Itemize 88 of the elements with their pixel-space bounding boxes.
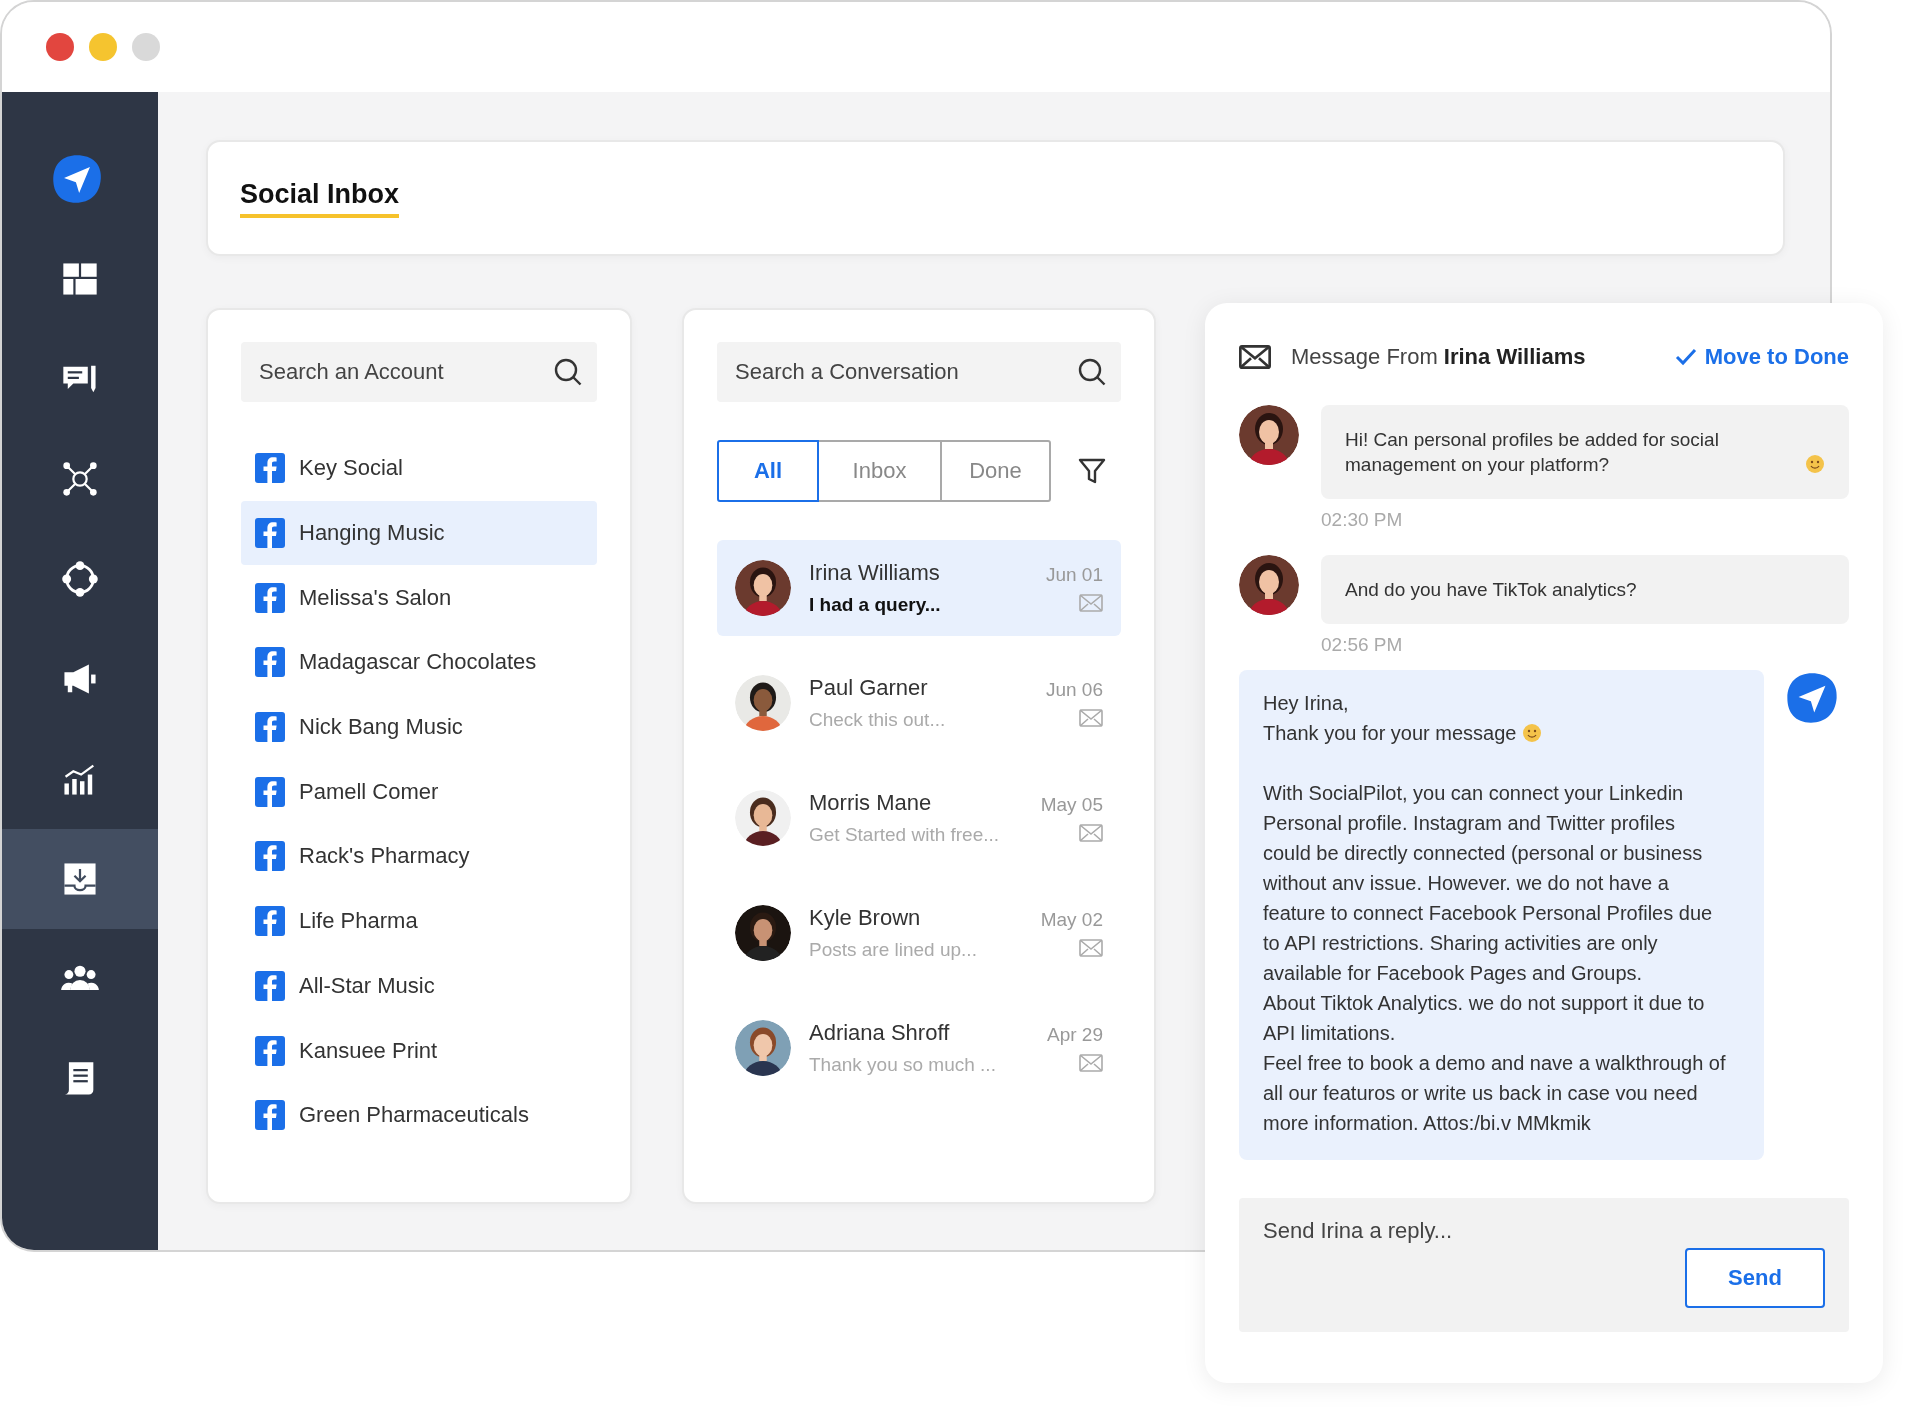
account-item[interactable]: Key Social (241, 436, 597, 501)
envelope-icon (1079, 594, 1103, 612)
account-item[interactable]: All-Star Music (241, 953, 597, 1019)
facebook-icon (255, 776, 285, 807)
message-date: Jun 06 (1045, 679, 1103, 701)
message-title: Message From Irina Williams (1291, 344, 1587, 370)
account-item[interactable]: Kansuee Print (241, 1018, 597, 1083)
account-name: Rack's Pharmacy (299, 843, 470, 870)
move-to-done-button[interactable]: Move to Done (1674, 344, 1849, 370)
message-date: Apr 29 (1047, 1024, 1103, 1046)
account-name: Key Social (299, 455, 403, 482)
message-date: Jun 01 (1045, 564, 1103, 586)
message-text: About Tiktok Analytics. we do not support it due to API limitations. (1263, 991, 1706, 1046)
search-icon[interactable] (553, 357, 583, 387)
facebook-icon (255, 1100, 285, 1131)
conversation-item[interactable]: Kyle Brown Posts are lined up... May 02 (717, 885, 1121, 981)
contact-name: Adriana Shroff (809, 1020, 951, 1046)
account-item[interactable]: Hanging Music (241, 500, 597, 566)
account-name: Kansuee Print (299, 1037, 438, 1064)
message-preview: Check this out... (809, 709, 947, 731)
network-icon (60, 459, 100, 499)
message-text: And do you have TikTok analytics? (1345, 578, 1637, 602)
facebook-icon (255, 841, 285, 872)
account-name: Melissa's Salon (299, 584, 452, 611)
envelope-icon (1079, 939, 1103, 957)
contact-name: Irina Williams (809, 560, 941, 586)
account-name: Pamell Comer (299, 778, 439, 805)
page-title: Social Inbox (240, 178, 400, 218)
message-date: May 02 (1040, 909, 1103, 931)
message-preview: Posts are lined up... (809, 939, 978, 961)
check-icon (1674, 348, 1697, 366)
account-name: Madagascar Chocolates (299, 649, 537, 676)
account-name: Life Pharma (299, 908, 418, 935)
search-field[interactable]: Search a Conversation (717, 342, 1121, 402)
facebook-icon (255, 518, 285, 549)
smiley-icon (1805, 454, 1825, 474)
filter-tab[interactable]: Inbox (817, 440, 942, 502)
send-button[interactable]: Send (1685, 1248, 1825, 1308)
account-name: All-Star Music (299, 972, 435, 999)
sidebar-item[interactable] (2, 829, 158, 929)
account-item[interactable]: Green Pharmaceuticals (241, 1082, 597, 1148)
facebook-icon (255, 647, 285, 678)
account-item[interactable]: Rack's Pharmacy (241, 824, 597, 889)
filter-tab[interactable]: All (717, 440, 819, 502)
filter-icon[interactable] (1077, 456, 1107, 486)
contact-name: Paul Garner (809, 675, 929, 701)
search-field[interactable]: Search an Account (241, 342, 597, 402)
window-control[interactable] (46, 33, 74, 61)
paper-plane-icon[interactable] (50, 152, 104, 206)
contact-name: Morris Mane (809, 790, 933, 816)
account-item[interactable]: Life Pharma (241, 888, 597, 954)
envelope-icon (1239, 345, 1271, 369)
filter-tab[interactable]: Done (940, 440, 1051, 502)
message-time: 02:56 PM (1321, 634, 1404, 656)
conversation-item[interactable]: Paul Garner Check this out... Jun 06 (717, 655, 1121, 751)
connect-icon (60, 559, 100, 599)
message-preview: Thank you so much ... (809, 1054, 997, 1076)
message-text: Feel free to book a demo and nave a walkthrough of all our featuros or write us back in case vou need more information. Attos:/bi.v MMkmik (1263, 1051, 1727, 1136)
account-item[interactable]: Pamell Comer (241, 759, 597, 825)
conversation-item[interactable]: Morris Mane Get Started with free... May 05 (717, 770, 1121, 866)
envelope-icon (1079, 709, 1103, 727)
message-text: Hi! Can personal profiles be added for social management on your platform? (1345, 428, 1720, 477)
envelope-icon (1079, 1054, 1103, 1072)
conversation-item[interactable]: Irina Williams I had a query... Jun 01 (717, 540, 1121, 636)
search-icon[interactable] (1077, 357, 1107, 387)
envelope-icon (1079, 824, 1103, 842)
message-text: Thank you for your message (1263, 722, 1517, 744)
account-item[interactable]: Melissa's Salon (241, 565, 597, 631)
facebook-icon (255, 1035, 285, 1066)
account-name: Nick Bang Music (299, 714, 463, 741)
conversation-item[interactable]: Adriana Shroff Thank you so much ... Apr 29 (717, 1000, 1121, 1096)
facebook-icon (255, 970, 285, 1001)
facebook-icon (255, 712, 285, 743)
message-preview: I had a query... (809, 594, 942, 616)
message-date: May 05 (1040, 794, 1103, 816)
account-item[interactable]: Madagascar Chocolates (241, 630, 597, 695)
message-time: 02:30 PM (1321, 509, 1404, 531)
message-preview: Get Started with free... (809, 824, 1001, 846)
contact-name: Kyle Brown (809, 905, 922, 931)
paper-plane-icon (1784, 670, 1840, 726)
facebook-icon (255, 453, 285, 484)
account-item[interactable]: Nick Bang Music (241, 694, 597, 760)
facebook-icon (255, 906, 285, 937)
account-name: Hanging Music (299, 520, 445, 547)
message-text: With SocialPilot, you can connect your Linkedin Personal profile. Instagram and Twitter profiles could be directly connected (personal or business without anv issue. However. we do not have a feature to connect Facebook Personal Profiles due to API restrictions. Sharing activities are only available for Facebook Pages and Groups. (1263, 781, 1714, 986)
facebook-icon (255, 582, 285, 613)
message-text: Hey Irina, (1263, 692, 1349, 714)
account-name: Green Pharmaceuticals (299, 1102, 529, 1129)
